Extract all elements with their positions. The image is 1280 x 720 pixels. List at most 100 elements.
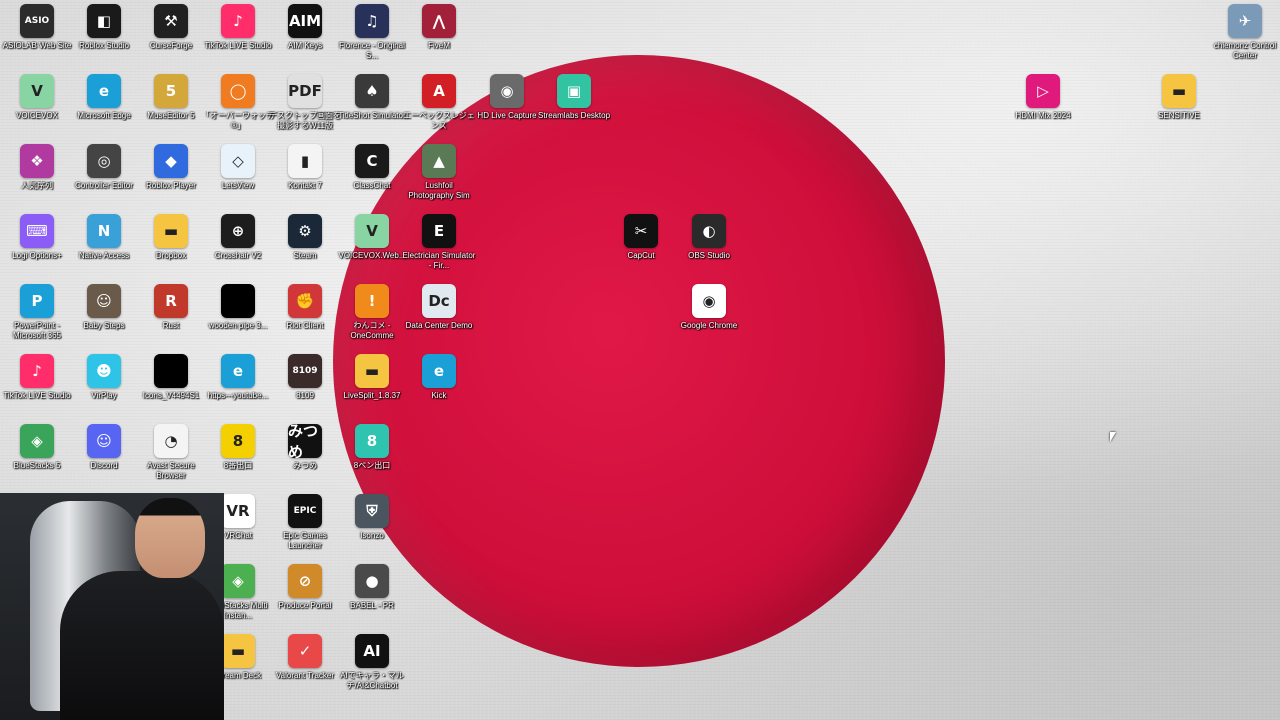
desktop-shortcut[interactable]: AI AIでキャラ・マルチ/AI&Chatbot: [335, 630, 409, 700]
desktop-shortcut[interactable]: 8 8番出口: [201, 420, 275, 490]
desktop-shortcut-label: CapCut: [627, 251, 655, 260]
desktop-shortcut-label: VOICEVOX.Web...: [338, 251, 406, 260]
letsview-icon: ◇: [221, 144, 255, 178]
desktop-shortcut[interactable]: P PowerPoint - Microsoft 365: [0, 280, 74, 350]
desktop-shortcut[interactable]: ▮ Kontakt 7: [268, 140, 342, 210]
desktop-shortcut[interactable]: 5 MuseEditor 5: [134, 70, 208, 140]
florence-icon: ♫: [355, 4, 389, 38]
desktop-shortcut-label: https---youtube...: [207, 391, 269, 400]
desktop-shortcut[interactable]: ◆ Roblox Player: [134, 140, 208, 210]
discord-icon: ☺: [87, 424, 121, 458]
desktop-shortcut[interactable]: ✊ Riot Client: [268, 280, 342, 350]
desktop-shortcut[interactable]: ⛨ Isonzo: [335, 490, 409, 560]
exit8-icon: 8: [221, 424, 255, 458]
desktop-shortcut[interactable]: ◈ BlueStacks 5: [0, 420, 74, 490]
desktop-shortcut[interactable]: ▬ LiveSplit_1.8.37: [335, 350, 409, 420]
desktop-shortcut[interactable]: ☺ Baby Steps: [67, 280, 141, 350]
desktop-shortcut[interactable]: ◯ 「オーバーウォッチ®」: [201, 70, 275, 140]
produce-icon: ⊘: [288, 564, 322, 598]
desktop-shortcut[interactable]: ▷ HDMI Mix 2024: [1006, 70, 1080, 140]
desktop-shortcut-label: Streamlabs Desktop: [537, 111, 611, 120]
mouse-cursor-icon: [1110, 432, 1116, 442]
desktop-shortcut[interactable]: E Electrician Simulator - Fir...: [402, 210, 476, 280]
desktop-shortcut-label: wooden pipe 3...: [208, 321, 268, 330]
desktop-shortcut[interactable]: e Kick: [402, 350, 476, 420]
desktop-shortcut[interactable]: ⚙ Steam: [268, 210, 342, 280]
desktop-shortcut[interactable]: ▣ Streamlabs Desktop: [537, 70, 611, 140]
desktop-shortcut[interactable]: ◉ Google Chrome: [672, 280, 746, 350]
desktop-shortcut[interactable]: ⊕ Crosshair V2: [201, 210, 275, 280]
desktop-shortcut-label: 人気序列: [21, 181, 53, 190]
controller-editor-icon: ◎: [87, 144, 121, 178]
desktop-shortcut[interactable]: ☺ Discord: [67, 420, 141, 490]
desktop-shortcut[interactable]: AIM AIM Keys: [268, 0, 342, 70]
desktop-shortcut-label: BABEL - PR: [350, 601, 394, 610]
desktop-shortcut[interactable]: ◧ Roblox Studio: [67, 0, 141, 70]
tiktok-live-icon: ♪: [221, 4, 255, 38]
desktop-shortcut[interactable]: ◐ OBS Studio: [672, 210, 746, 280]
desktop-shortcut[interactable]: PDF デスクトップ画面を撮影するW11版: [268, 70, 342, 140]
desktop-shortcut[interactable]: ♪ TikTok LIVE Studio: [0, 350, 74, 420]
desktop-shortcut[interactable]: ▬ SENSITIVE: [1142, 70, 1216, 140]
desktop-shortcut[interactable]: Icons_V4494S1: [134, 350, 208, 420]
desktop-shortcut[interactable]: 8 8ペン出口: [335, 420, 409, 490]
desktop-shortcut[interactable]: wooden pipe 3...: [201, 280, 275, 350]
desktop-shortcut[interactable]: ♠ TitleShot Simulator: [335, 70, 409, 140]
desktop-shortcut-label: 8ペン出口: [353, 461, 391, 470]
desktop-shortcut[interactable]: C ClassChat: [335, 140, 409, 210]
fivem-icon: ⋀: [422, 4, 456, 38]
desktop-shortcut[interactable]: ASIO ASIOLAB Web Site: [0, 0, 74, 70]
crosshair-icon: ⊕: [221, 214, 255, 248]
desktop-shortcut[interactable]: ◎ Controller Editor: [67, 140, 141, 210]
desktop-shortcut[interactable]: ⌨ Logi Options+: [0, 210, 74, 280]
desktop-shortcut[interactable]: ♪ TikTok LIVE Studio: [201, 0, 275, 70]
desktop-shortcut-label: Native Access: [78, 251, 130, 260]
desktop-shortcut[interactable]: ♫ Florence - Original S...: [335, 0, 409, 70]
streamer-face: [135, 498, 205, 578]
desktop-shortcut[interactable]: ⚒ CurseForge: [134, 0, 208, 70]
capcut-icon: ✂: [624, 214, 658, 248]
desktop-shortcut[interactable]: ❖ 人気序列: [0, 140, 74, 210]
desktop-shortcut[interactable]: ◉ HD Live Capture: [470, 70, 544, 140]
desktop-shortcut-label: Discord: [90, 461, 118, 470]
desktop-shortcut[interactable]: 8109 8109: [268, 350, 342, 420]
desktop-shortcut[interactable]: ✂ CapCut: [604, 210, 678, 280]
desktop-shortcut[interactable]: A エーペックスレジェンズ: [402, 70, 476, 140]
desktop-shortcut-label: Lushfoil Photography Sim: [408, 181, 470, 200]
desktop-shortcut-label: Roblox Player: [146, 181, 196, 190]
desktop-shortcut[interactable]: EPIC Epic Games Launcher: [268, 490, 342, 560]
desktop-shortcut[interactable]: V VOICEVOX: [0, 70, 74, 140]
desktop-shortcut[interactable]: ✈ chiemonz Control Center: [1208, 0, 1280, 70]
desktop-shortcut-label: Baby Steps: [83, 321, 125, 330]
desktop-shortcut[interactable]: ⋀ FiveM: [402, 0, 476, 70]
desktop-shortcut[interactable]: ◇ LetsView: [201, 140, 275, 210]
desktop-shortcut[interactable]: e Microsoft Edge: [67, 70, 141, 140]
electrician-icon: E: [422, 214, 456, 248]
desktop-shortcut[interactable]: ◔ Avast Secure Browser: [134, 420, 208, 490]
overwatch-icon: ◯: [221, 74, 255, 108]
desktop-shortcut[interactable]: e https---youtube...: [201, 350, 275, 420]
desktop-shortcut-label: PowerPoint - Microsoft 365: [12, 321, 62, 340]
desktop-shortcut[interactable]: ▲ Lushfoil Photography Sim: [402, 140, 476, 210]
desktop-shortcut[interactable]: ● BABEL - PR: [335, 560, 409, 630]
desktop-shortcut[interactable]: ✓ Valorant Tracker: [268, 630, 342, 700]
desktop-shortcut[interactable]: ☻ VirPlay: [67, 350, 141, 420]
riot-client-icon: ✊: [288, 284, 322, 318]
pdf-icon: PDF: [288, 74, 322, 108]
desktop-shortcut[interactable]: Dc Data Center Demo: [402, 280, 476, 350]
desktop-shortcut[interactable]: ! わんコメ - OneComme: [335, 280, 409, 350]
voicevox-icon: V: [355, 214, 389, 248]
desktop-shortcut[interactable]: ⊘ Produce Portal: [268, 560, 342, 630]
desktop-shortcut[interactable]: N Native Access: [67, 210, 141, 280]
desktop-shortcut-label: ClassChat: [353, 181, 391, 190]
desktop-shortcut[interactable]: R Rust: [134, 280, 208, 350]
exit8-icon: 8: [355, 424, 389, 458]
desktop-shortcut-label: HD Live Capture: [477, 111, 537, 120]
desktop-shortcut[interactable]: みつめ みつめ: [268, 420, 342, 490]
desktop-shortcut-label: 8番出口: [223, 461, 253, 470]
vrchat-icon: VR: [221, 494, 255, 528]
chrome-icon: ◉: [692, 284, 726, 318]
desktop-shortcut-label: BlueStacks 5: [13, 461, 61, 470]
desktop-shortcut[interactable]: ▬ Dropbox: [134, 210, 208, 280]
desktop-shortcut[interactable]: V VOICEVOX.Web...: [335, 210, 409, 280]
